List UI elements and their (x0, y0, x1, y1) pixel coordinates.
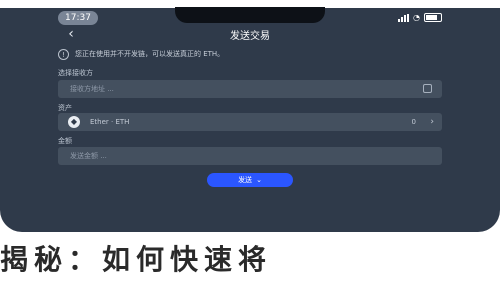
asset-name: Ether · ETH (90, 118, 130, 126)
title-bar: ‹ 发送交易 (0, 24, 500, 44)
amount-placeholder: 发送金额 ... (70, 152, 107, 160)
send-label: 发送 (238, 176, 253, 184)
ethereum-icon: ◆ (68, 116, 80, 128)
send-button[interactable]: 发送 ⌄ (207, 173, 293, 187)
signal-icon (398, 13, 410, 22)
address-input[interactable]: 接收方地址 ... (58, 80, 442, 98)
address-label: 选择接收方 (58, 69, 93, 77)
battery-icon (424, 13, 442, 22)
amount-input[interactable]: 发送金额 ... (58, 147, 442, 165)
scan-icon[interactable] (423, 84, 432, 93)
phone-screen: 17:37 ◔ ‹ 发送交易 ! 您正在使用并不开发链，可以发送真正的 ETH。… (0, 0, 500, 232)
asset-select[interactable]: ◆ Ether · ETH 0 › (58, 113, 442, 131)
asset-label: 资产 (58, 104, 72, 112)
headline: 揭秘：如何快速将 (0, 243, 273, 276)
chevron-right-icon: › (430, 117, 434, 127)
chevron-down-icon: ⌄ (256, 176, 262, 184)
info-icon: ! (58, 48, 69, 60)
status-icons: ◔ (398, 13, 442, 22)
status-time: 17:37 (58, 11, 98, 25)
wifi-icon: ◔ (413, 12, 420, 22)
page-title: 发送交易 (230, 31, 270, 42)
network-notice: ! 您正在使用并不开发链，可以发送真正的 ETH。 (58, 46, 442, 62)
notch (175, 7, 325, 23)
address-placeholder: 接收方地址 ... (70, 85, 114, 93)
notice-text: 您正在使用并不开发链，可以发送真正的 ETH。 (75, 50, 225, 58)
amount-label: 金额 (58, 137, 72, 145)
asset-balance: 0 (411, 118, 416, 126)
